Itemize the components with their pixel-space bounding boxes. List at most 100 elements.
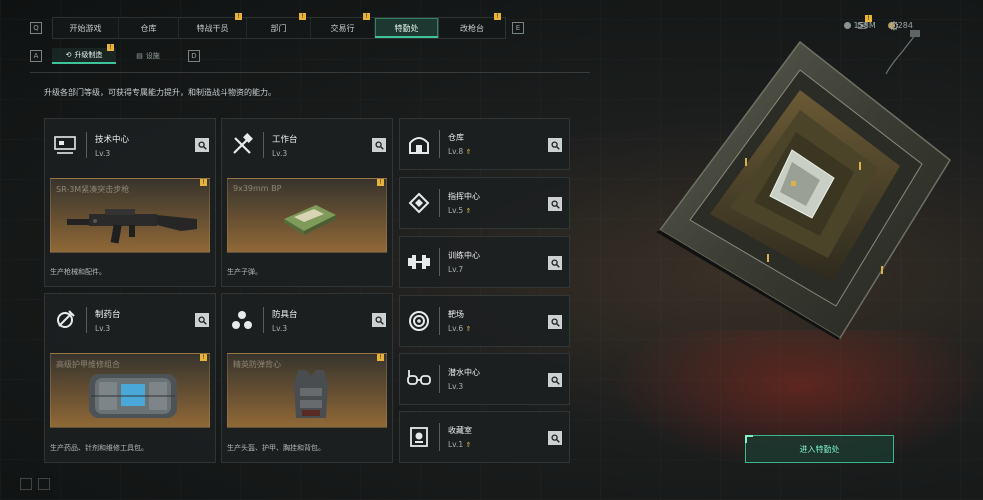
tab-trading[interactable]: 交易行! — [311, 13, 375, 38]
facility-card-pharmacy[interactable]: 制药台 Lv.3 高级护甲维修组合 ! 生产药品、针剂和维修工具包。 — [44, 293, 216, 463]
facility-name: 仓库 — [448, 133, 464, 142]
search-icon — [550, 258, 560, 268]
dive-mask-icon — [405, 365, 433, 393]
inspect-button[interactable] — [195, 138, 209, 152]
facility-level: Lv.5 — [448, 206, 464, 215]
nav-prev-key[interactable]: Q — [30, 22, 42, 34]
inspect-button[interactable] — [548, 197, 562, 211]
separator — [439, 423, 440, 451]
notification-badge: ! — [235, 13, 242, 20]
facility-level: Lv.7 — [448, 265, 464, 274]
inspect-button[interactable] — [548, 315, 562, 329]
facility-card-warehouse[interactable]: 仓库 Lv.8 ⇑ — [399, 118, 570, 170]
facility-name: 指挥中心 — [448, 192, 480, 201]
facility-card-dive-center[interactable]: 潜水中心 Lv.3 — [399, 353, 570, 405]
search-icon — [197, 140, 207, 150]
search-icon — [550, 140, 560, 150]
facility-footer: 生产子弹。 — [227, 268, 262, 276]
repair-kit-image-icon — [89, 374, 177, 418]
facility-card-command-center[interactable]: 指挥中心 Lv.5 ⇑ — [399, 177, 570, 229]
inspect-button[interactable] — [548, 256, 562, 270]
tab-warehouse[interactable]: 仓库 — [119, 18, 179, 38]
facility-card-armor-bench[interactable]: 防具台 Lv.3 精英防弹背心 ! 生产头盔、护甲、胸挂和背包。 — [221, 293, 393, 463]
product-preview[interactable]: 精英防弹背心 ! — [227, 353, 387, 428]
notification-badge: ! — [494, 13, 501, 20]
subnav-next-key[interactable]: D — [188, 50, 200, 62]
product-preview[interactable]: SR-3M紧凑突击步枪 ! — [50, 178, 210, 253]
card-header: 制药台 Lv.3 — [45, 294, 215, 346]
product-name: SR-3M紧凑突击步枪 — [56, 185, 130, 194]
subtab-facility[interactable]: ▤ 设施 — [116, 48, 180, 64]
facility-icon: ▤ — [136, 52, 143, 60]
facility-name: 收藏室 — [448, 426, 472, 435]
facility-level: Lv.3 — [272, 323, 288, 333]
facility-footer: 生产药品、针剂和维修工具包。 — [50, 444, 148, 452]
upgrade-arrow-icon: ⇑ — [465, 148, 472, 156]
special-ops-cube-image — [656, 40, 951, 340]
separator — [439, 365, 440, 393]
search-icon — [374, 315, 384, 325]
facility-name: 靶场 — [448, 310, 464, 319]
separator — [439, 189, 440, 217]
facility-name: 潜水中心 — [448, 368, 480, 377]
upgrade-arrow-icon: ⇑ — [465, 441, 472, 449]
tab-start-game[interactable]: 开始游戏 — [53, 18, 119, 38]
upgrade-icon: ⟲ — [65, 51, 72, 59]
tab-operators[interactable]: 特战干员! — [179, 13, 247, 38]
facility-card-tech-center[interactable]: 技术中心 Lv.3 SR-3M紧凑突击步枪 ! 生产枪械和配件。 — [44, 118, 216, 287]
collection-icon — [405, 423, 433, 451]
card-header: 技术中心 Lv.3 — [45, 119, 215, 171]
facility-card-shooting-range[interactable]: 靶场 Lv.6 ⇑ — [399, 295, 570, 347]
dumbbell-icon — [405, 248, 433, 276]
nav-next-key[interactable]: E — [512, 22, 524, 34]
notification-badge: ! — [377, 354, 384, 361]
tab-gunsmith[interactable]: 改枪台! — [439, 13, 505, 38]
upgrade-arrow-icon: ⇑ — [465, 207, 472, 215]
currency-bar: 158M 284 — [843, 21, 913, 30]
separator — [263, 132, 264, 158]
subnav-prev-key[interactable]: A — [30, 50, 42, 62]
facility-name: 工作台 — [272, 134, 298, 145]
enter-special-ops-button[interactable]: 进入特勤处 — [745, 435, 894, 463]
facility-level-row: Lv.6 ⇑ — [448, 324, 471, 333]
header-divider — [30, 72, 590, 73]
warehouse-icon — [405, 130, 433, 158]
facility-card-training-center[interactable]: 训练中心 Lv.7 — [399, 236, 570, 288]
facility-footer: 生产枪械和配件。 — [50, 268, 106, 276]
separator — [263, 307, 264, 333]
search-icon — [197, 315, 207, 325]
facility-card-workbench[interactable]: 工作台 Lv.3 9x39mm BP ! 生产子弹。 — [221, 118, 393, 287]
tab-department[interactable]: 部门! — [247, 13, 311, 38]
page-description: 升级各部门等级，可获得专属能力提升，和制造战斗物资的能力。 — [44, 88, 276, 97]
facility-name: 训练中心 — [448, 251, 480, 260]
product-name: 9x39mm BP — [233, 184, 282, 193]
inspect-button[interactable] — [372, 138, 386, 152]
product-preview[interactable]: 高级护甲维修组合 ! — [50, 353, 210, 428]
corner-decoration — [20, 478, 32, 490]
facility-card-collection-room[interactable]: 收藏室 Lv.1 ⇑ — [399, 411, 570, 463]
inspect-button[interactable] — [548, 431, 562, 445]
facility-level-row: Lv.5 ⇑ — [448, 206, 480, 215]
medicine-icon — [50, 305, 80, 335]
tab-special-ops[interactable]: 特勤处 — [375, 18, 439, 38]
product-name: 精英防弹背心 — [233, 360, 281, 369]
search-icon — [374, 140, 384, 150]
facility-level: Lv.1 — [448, 440, 464, 449]
separator — [439, 307, 440, 335]
tab-label: 仓库 — [140, 23, 157, 33]
mail-button[interactable]: ✉ ! — [855, 15, 872, 33]
enter-button-label: 进入特勤处 — [799, 444, 840, 454]
search-icon — [550, 433, 560, 443]
subtab-label: 设施 — [145, 52, 160, 60]
target-icon — [405, 307, 433, 335]
card-header: 防具台 Lv.3 — [222, 294, 392, 346]
inspect-button[interactable] — [548, 373, 562, 387]
product-preview[interactable]: 9x39mm BP ! — [227, 178, 387, 253]
facility-level: Lv.3 — [95, 323, 111, 333]
subtab-upgrade-craft[interactable]: ⟲ 升级制造 ! — [52, 44, 116, 64]
inspect-button[interactable] — [372, 313, 386, 327]
inspect-button[interactable] — [548, 138, 562, 152]
tab-label: 开始游戏 — [69, 23, 102, 33]
separator — [86, 132, 87, 158]
inspect-button[interactable] — [195, 313, 209, 327]
